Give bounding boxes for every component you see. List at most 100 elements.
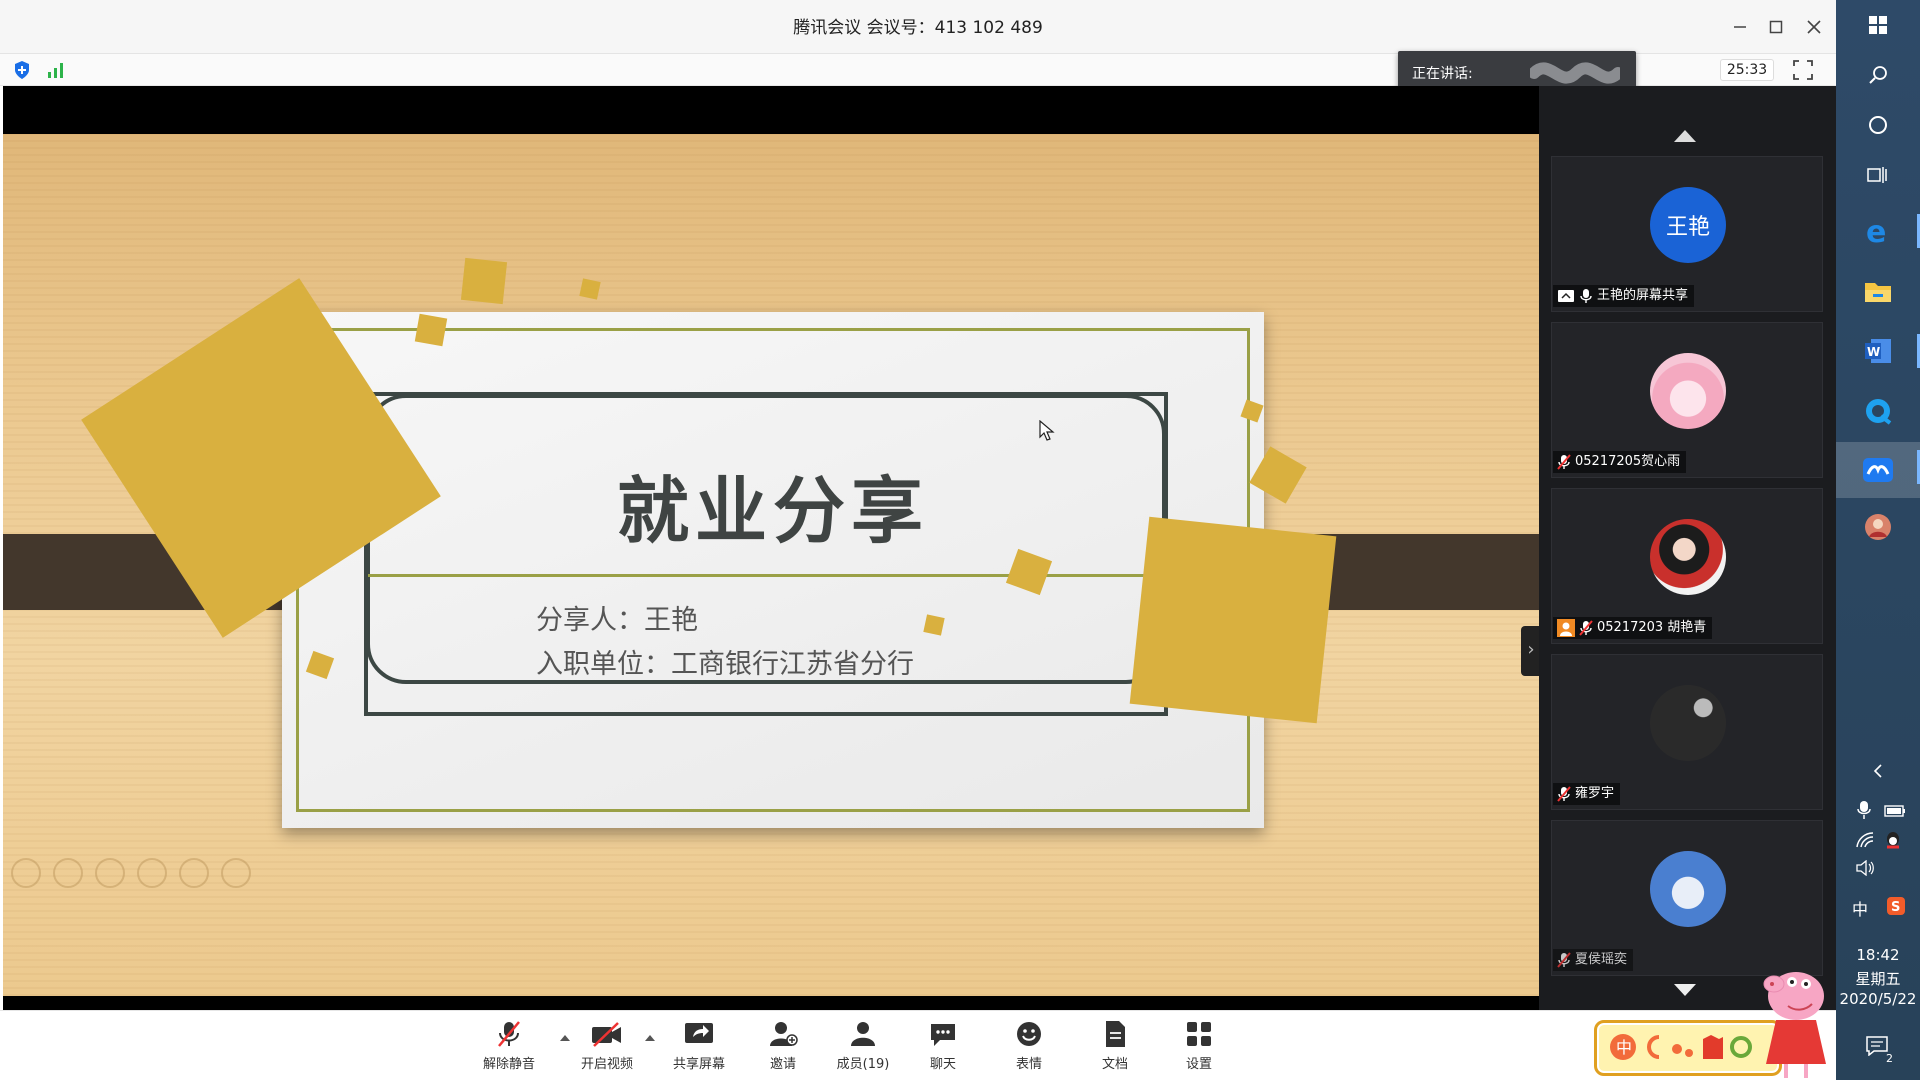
- slide: 就业分享 分享人：王艳 入职单位：工商银行江苏省分行: [3, 134, 1539, 996]
- svg-text:W: W: [1867, 345, 1880, 359]
- mic-muted-icon: [1557, 454, 1571, 470]
- notification-count: 2: [1886, 1052, 1893, 1065]
- minimize-button[interactable]: [1722, 9, 1758, 45]
- decor-square-small: [923, 614, 945, 636]
- meeting-timer: 25:33: [1720, 59, 1774, 81]
- collapse-panel-button[interactable]: ›: [1521, 626, 1539, 676]
- speaker-name-redacted: [1528, 61, 1624, 85]
- task-view-icon: [1867, 167, 1887, 183]
- battery-icon[interactable]: [1884, 804, 1906, 818]
- emoji-label: 表情: [1015, 1057, 1042, 1072]
- slideshow-pen-button[interactable]: [95, 858, 125, 888]
- decor-square-small: [579, 278, 601, 300]
- decor-square-small: [460, 257, 508, 305]
- emoji-icon: [1017, 1022, 1041, 1046]
- windows-taskbar: e W 中 S 18:42 星期五 2020/5/22 2: [1836, 0, 1920, 1080]
- close-button[interactable]: [1796, 9, 1832, 45]
- audio-options-caret[interactable]: [560, 1035, 570, 1041]
- participant-name-tag: 雍罗宇: [1553, 783, 1621, 805]
- participant-name: 雍罗宇: [1575, 786, 1615, 801]
- chat-icon: [931, 1024, 955, 1046]
- members-label: 成员(19): [836, 1057, 890, 1072]
- avatar: [1650, 519, 1726, 595]
- members-icon: [851, 1022, 875, 1046]
- browser-icon: [1866, 399, 1892, 425]
- search-button[interactable]: [1836, 50, 1920, 100]
- scroll-up-icon[interactable]: [1674, 130, 1696, 142]
- cortana-button[interactable]: [1836, 100, 1920, 150]
- chat-button[interactable]: 聊天: [908, 1019, 978, 1077]
- slide-title: 就业分享: [616, 469, 929, 553]
- share-screen-label: 共享屏幕: [672, 1057, 725, 1072]
- clock-date[interactable]: 2020/5/22: [1836, 990, 1920, 1008]
- avatar: [1650, 353, 1726, 429]
- svg-text:e: e: [1866, 216, 1886, 246]
- slide-employer: 入职单位：工商银行江苏省分行: [536, 649, 914, 680]
- security-shield-icon[interactable]: [12, 60, 32, 80]
- emoji-button[interactable]: 表情: [994, 1019, 1064, 1077]
- window-title: 腾讯会议 会议号：413 102 489: [793, 18, 1043, 38]
- taskbar-app-qq-browser[interactable]: [1836, 386, 1920, 436]
- file-explorer-icon: [1865, 283, 1891, 302]
- windows-logo-icon: [1869, 16, 1887, 34]
- participant-card[interactable]: 05217205贺心雨: [1551, 322, 1823, 478]
- unmute-button[interactable]: 解除静音: [474, 1019, 544, 1077]
- sogou-ime-icon[interactable]: S: [1886, 896, 1906, 916]
- clock-time[interactable]: 18:42: [1836, 946, 1920, 964]
- clock-weekday[interactable]: 星期五: [1836, 968, 1920, 989]
- signal-strength-icon[interactable]: [46, 60, 66, 80]
- mouse-cursor-icon: [1039, 420, 1055, 441]
- search-icon: [1869, 66, 1887, 84]
- slideshow-zoom-button[interactable]: [179, 858, 209, 888]
- peppa-pig-sticker: [1763, 972, 1826, 1078]
- slideshow-prev-button[interactable]: [11, 858, 41, 888]
- microphone-tray-icon[interactable]: [1856, 800, 1872, 820]
- settings-label: 设置: [1185, 1057, 1212, 1072]
- share-screen-button[interactable]: 共享屏幕: [664, 1019, 734, 1077]
- meeting-control-bar: 解除静音 开启视频 共享屏幕 邀请 成员(19) 聊天 表情 文档 设置: [0, 1010, 1836, 1080]
- settings-button[interactable]: 设置: [1164, 1019, 1234, 1077]
- start-button[interactable]: [1836, 0, 1920, 50]
- slideshow-grid-button[interactable]: [137, 858, 167, 888]
- unmute-label: 解除静音: [482, 1057, 535, 1072]
- avatar: [1650, 685, 1726, 761]
- participant-card[interactable]: 雍罗宇: [1551, 654, 1823, 810]
- qq-tray-icon[interactable]: [1884, 830, 1902, 850]
- scroll-down-icon[interactable]: [1674, 984, 1696, 996]
- avatar: 王艳: [1650, 187, 1726, 263]
- participant-card[interactable]: 05217203 胡艳青: [1551, 488, 1823, 644]
- svg-text:中: 中: [1616, 1038, 1632, 1057]
- video-options-caret[interactable]: [645, 1035, 655, 1041]
- decor-square-right: [1129, 516, 1337, 724]
- slideshow-next-button[interactable]: [53, 858, 83, 888]
- wifi-icon[interactable]: [1856, 832, 1874, 848]
- title-bar: 腾讯会议 会议号：413 102 489: [0, 0, 1836, 54]
- show-hidden-icons-button[interactable]: [1836, 756, 1920, 786]
- participant-card[interactable]: 夏侯瑶奕: [1551, 820, 1823, 976]
- fullscreen-icon[interactable]: [1792, 59, 1814, 81]
- shared-screen-stage: 就业分享 分享人：王艳 入职单位：工商银行江苏省分行 ›: [3, 86, 1539, 1010]
- screen-share-icon: [1558, 290, 1574, 302]
- start-video-button[interactable]: 开启视频: [572, 1019, 642, 1077]
- cortana-icon: [1869, 116, 1887, 134]
- speaking-label: 正在讲话:: [1412, 66, 1473, 82]
- participant-card[interactable]: 王艳 王艳的屏幕共享: [1551, 156, 1823, 312]
- task-view-button[interactable]: [1836, 150, 1920, 200]
- taskbar-app-edge[interactable]: e: [1836, 206, 1920, 256]
- members-button[interactable]: 成员(19): [828, 1019, 898, 1077]
- volume-icon[interactable]: [1856, 860, 1876, 876]
- docs-button[interactable]: 文档: [1080, 1019, 1150, 1077]
- invite-button[interactable]: 邀请: [748, 1019, 818, 1077]
- participant-name-tag: 05217205贺心雨: [1553, 451, 1687, 473]
- ime-mode-indicator[interactable]: 中: [1852, 896, 1868, 920]
- slideshow-more-button[interactable]: [221, 858, 251, 888]
- notification-center-icon[interactable]: [1866, 1036, 1888, 1056]
- taskbar-app-word[interactable]: W: [1836, 326, 1920, 376]
- mic-icon: [1580, 289, 1592, 303]
- taskbar-app-tencent-meeting[interactable]: [1836, 442, 1920, 498]
- maximize-button[interactable]: [1758, 9, 1794, 45]
- taskbar-app-explorer[interactable]: [1836, 266, 1920, 316]
- taskbar-app-avatar[interactable]: [1836, 502, 1920, 552]
- ime-toolbar-icons: 中: [1610, 1034, 1752, 1060]
- participant-name-tag: 王艳的屏幕共享: [1553, 285, 1695, 307]
